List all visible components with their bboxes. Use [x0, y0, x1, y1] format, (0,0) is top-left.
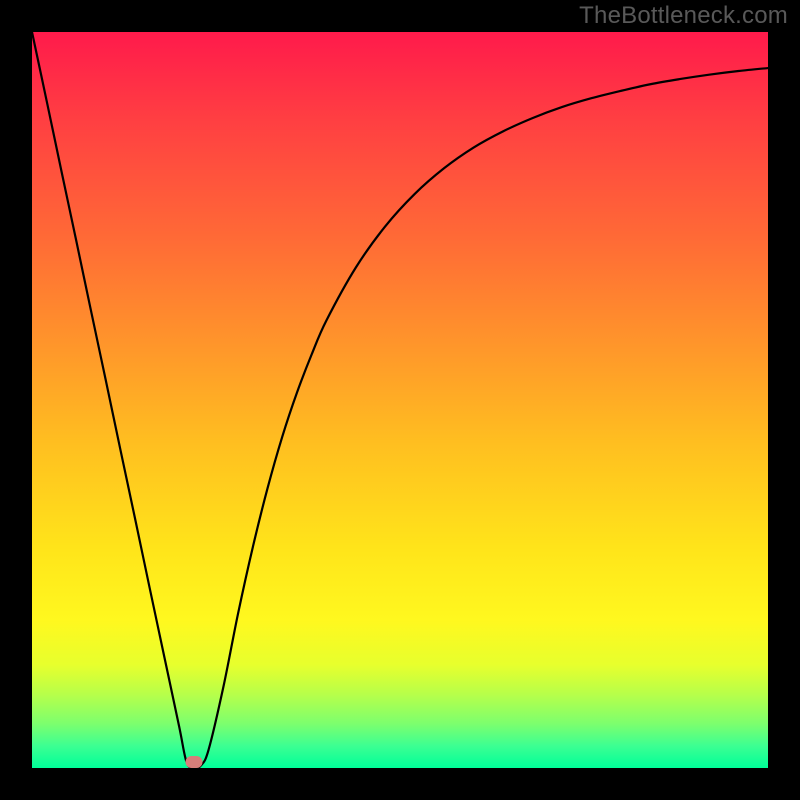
bottleneck-curve: [32, 32, 768, 768]
chart-frame: TheBottleneck.com: [0, 0, 800, 800]
watermark-text: TheBottleneck.com: [579, 2, 788, 30]
optimum-marker: [185, 756, 202, 768]
plot-area: [32, 32, 768, 768]
curve-layer: [32, 32, 768, 768]
